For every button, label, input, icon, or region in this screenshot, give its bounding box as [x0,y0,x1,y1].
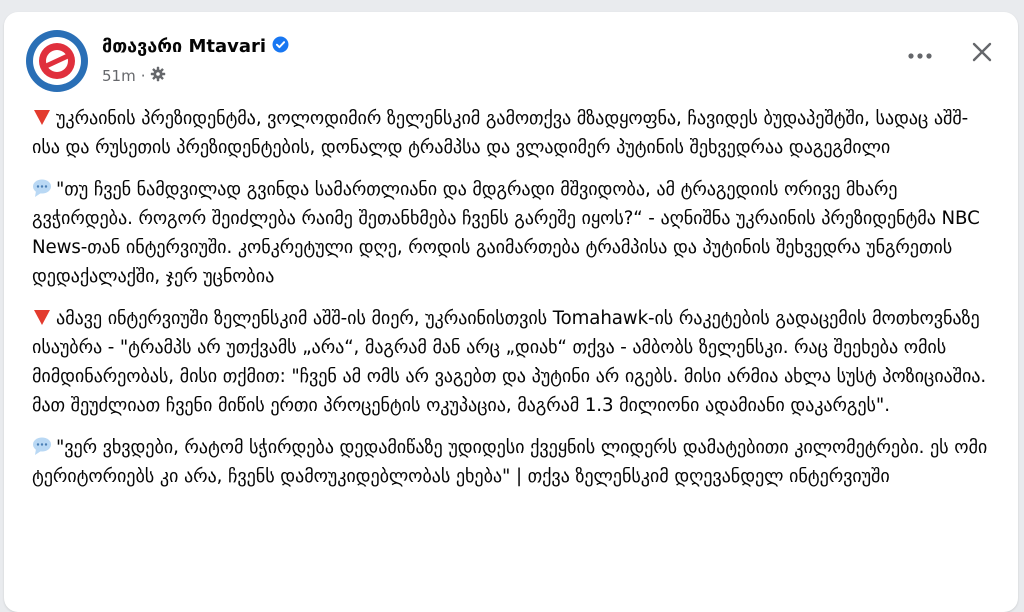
speech-balloon-icon [32,178,52,198]
verified-badge-icon [272,36,289,57]
paragraph-text: უკრაინის პრეზიდენტმა, ვოლოდიმირ ზელენსკი… [32,108,969,158]
paragraph-text: "ვერ ვხვდები, რატომ სჭირდება დედამიწაზე … [32,437,988,487]
post-paragraph-4: "ვერ ვხვდები, რატომ სჭირდება დედამიწაზე … [32,433,992,491]
post-time[interactable]: 51m [102,67,136,85]
post-paragraph-2: "თუ ჩვენ ნამდვილად გვინდა სამართლიანი და… [32,175,992,291]
header-actions [902,36,1000,72]
red-triangle-down-icon [32,107,52,127]
meta-separator: · [140,67,146,85]
post-meta: 51m · [102,66,166,86]
mtavari-logo-icon [33,37,81,85]
red-triangle-down-icon [32,307,52,327]
post-header: მთავარი Mtavari 51m · [26,30,1000,94]
more-options-button[interactable] [902,36,938,72]
speech-balloon-icon [32,436,52,456]
paragraph-text: ამავე ინტერვიუში ზელენსკიმ აშშ-ის მიერ, … [32,308,987,416]
gear-icon[interactable] [150,66,166,86]
paragraph-text: "თუ ჩვენ ნამდვილად გვინდა სამართლიანი და… [32,179,980,287]
page-name-row: მთავარი Mtavari [102,36,289,57]
post-card: მთავარი Mtavari 51m · უკრაინის პრეზიდენტ… [4,12,1018,612]
post-paragraph-3: ამავე ინტერვიუში ზელენსკიმ აშშ-ის მიერ, … [32,304,992,420]
close-button[interactable] [964,36,1000,72]
post-body: უკრაინის პრეზიდენტმა, ვოლოდიმირ ზელენსკი… [32,104,992,504]
more-options-icon [907,45,933,64]
page-avatar[interactable] [26,30,88,92]
post-paragraph-1: უკრაინის პრეზიდენტმა, ვოლოდიმირ ზელენსკი… [32,104,992,162]
page-name[interactable]: მთავარი Mtavari [102,36,266,57]
close-icon [971,41,993,67]
